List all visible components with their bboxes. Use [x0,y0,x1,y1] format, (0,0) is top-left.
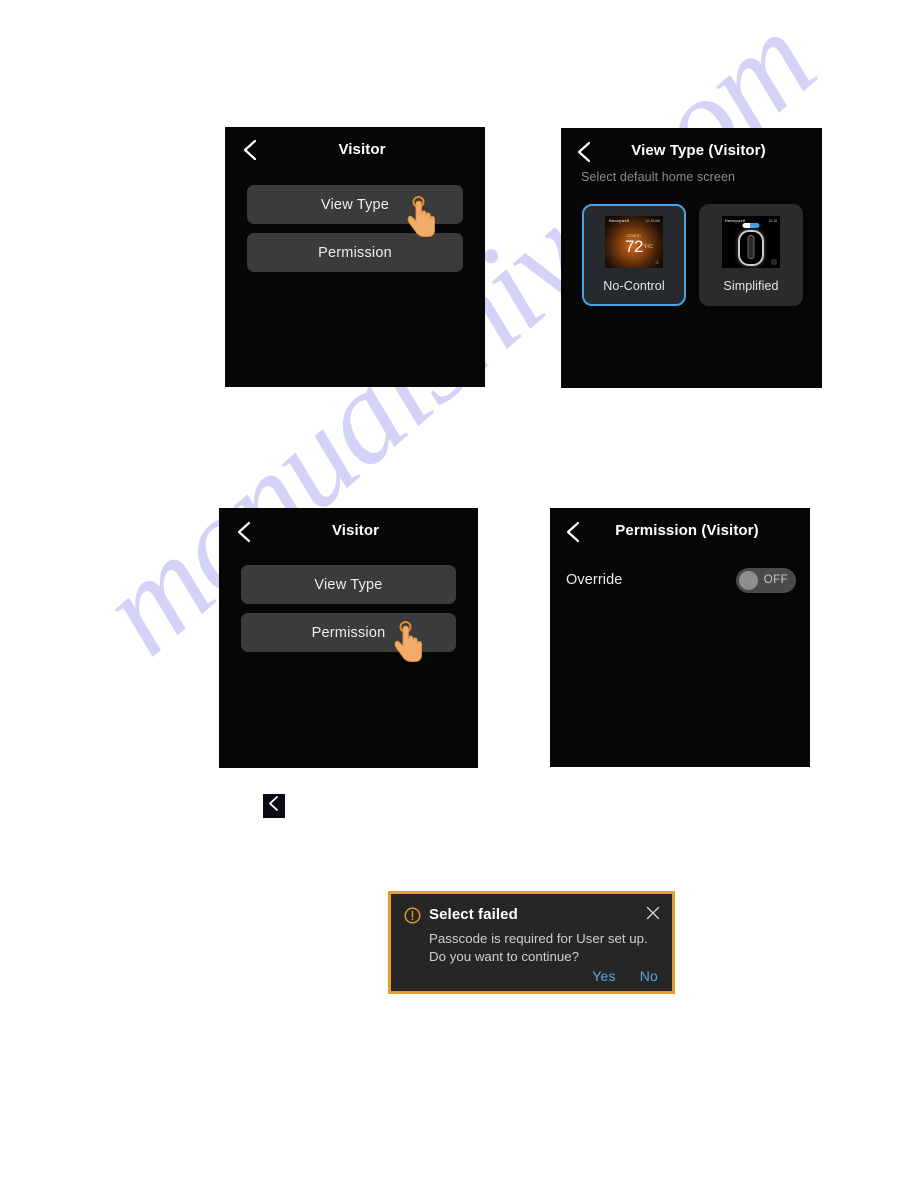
panel-header: View Type (Visitor) [561,128,822,174]
chevron-left-icon [267,795,281,817]
menu-icon [771,259,777,265]
thermostat-thumbnail-simplified: Honeywell 10:18 [722,216,780,268]
page-title: Visitor [338,141,386,158]
mode-pill [742,223,760,228]
page-title: Permission (Visitor) [615,522,759,539]
page-title: Visitor [331,522,380,539]
toggle-state-label: OFF [763,574,788,586]
dialog-title: Select failed [429,906,518,923]
back-button-callout[interactable] [263,794,285,818]
panel-header: Permission (Visitor) [550,508,810,554]
view-type-card-no-control[interactable]: Honeywell 10:18 AM Cool to 72 °F/C △ No-… [582,204,686,306]
page-title: View Type (Visitor) [631,142,766,159]
dial-inner [747,235,755,259]
view-type-card-label: No-Control [603,279,665,293]
toggle-knob [739,570,758,590]
menu-button-view-type[interactable]: View Type [241,565,456,604]
close-icon[interactable] [645,905,661,921]
exclamation-circle-icon [404,907,421,924]
dialog-message-line-1: Passcode is required for User set up. [429,931,648,946]
panel-header: Visitor [219,508,478,554]
dialog-yes-button[interactable]: Yes [592,968,615,984]
screen-visitor-view-type: Visitor View Type Permission [225,127,485,387]
thermostat-unit: °F/C [642,244,653,250]
tap-hand-icon [406,195,440,241]
thermostat-status: 10:18 AM [645,219,660,223]
dialog-actions: Yes No [592,968,658,984]
screen-visitor-permission: Visitor View Type Permission [219,508,478,768]
override-toggle-switch[interactable]: OFF [736,567,796,593]
dialog-no-button[interactable]: No [640,968,658,984]
thermostat-brand: Honeywell [725,219,746,223]
dialog-message-line-2: Do you want to continue? [429,949,580,964]
dialog-message: Passcode is required for User set up. Do… [429,930,656,966]
thermostat-status: 10:18 [768,219,778,223]
tap-hand-icon [393,620,427,666]
page-subtitle: Select default home screen [581,170,736,184]
simplified-preview: Honeywell 10:18 [722,216,780,268]
fan-icon: △ [655,259,659,264]
permission-row-override: Override OFF [566,566,796,594]
screen-permission-visitor: Permission (Visitor) Override OFF [550,508,810,767]
select-failed-dialog: Select failed Passcode is required for U… [388,891,675,994]
permission-label: Override [566,572,623,588]
thermostat-thumbnail-no-control: Honeywell 10:18 AM Cool to 72 °F/C △ [605,216,663,268]
thermostat-preview: Honeywell 10:18 AM Cool to 72 °F/C △ [605,216,663,268]
panel-header: Visitor [225,127,485,173]
thermostat-brand: Honeywell [609,219,630,223]
screen-view-type-visitor: View Type (Visitor) Select default home … [561,128,822,388]
view-type-card-label: Simplified [723,279,779,293]
thermostat-temperature: 72 [625,237,643,256]
view-type-card-simplified[interactable]: Honeywell 10:18 Simplified [699,204,803,306]
